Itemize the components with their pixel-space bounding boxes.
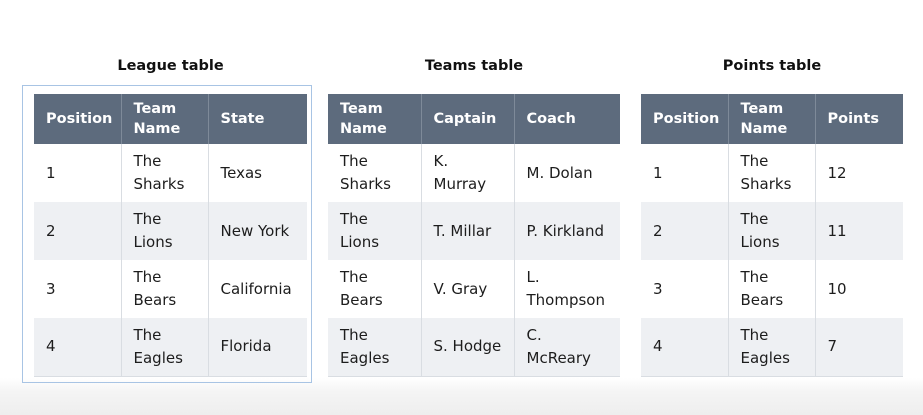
league-table-header-row: Position Team Name State xyxy=(34,94,307,144)
table-row: 4 The Eagles Florida xyxy=(34,318,307,377)
table-cell: L. Thompson xyxy=(514,260,620,318)
table-cell: V. Gray xyxy=(421,260,515,318)
table-cell: The Eagles xyxy=(121,318,209,377)
table-cell: P. Kirkland xyxy=(514,202,620,260)
table-cell: M. Dolan xyxy=(514,144,620,202)
table-cell: The Bears xyxy=(121,260,209,318)
table-cell: The Sharks xyxy=(728,144,816,202)
points-col-position: Position xyxy=(641,94,729,144)
table-cell: The Sharks xyxy=(328,144,422,202)
table-cell: Florida xyxy=(208,318,307,377)
table-cell: 4 xyxy=(34,318,122,377)
table-row: 3 The Bears California xyxy=(34,260,307,318)
table-cell: New York xyxy=(208,202,307,260)
league-table-wrap: Position Team Name State 1 The Sharks Te… xyxy=(34,94,307,377)
teams-table-wrap: Team Name Captain Coach The Sharks K. Mu… xyxy=(328,94,620,377)
table-row: 4 The Eagles 7 xyxy=(641,318,903,377)
table-cell: 3 xyxy=(641,260,729,318)
table-cell: 7 xyxy=(815,318,903,377)
table-cell: The Eagles xyxy=(328,318,422,377)
table-cell: 3 xyxy=(34,260,122,318)
teams-table: Team Name Captain Coach The Sharks K. Mu… xyxy=(328,94,620,377)
league-col-position: Position xyxy=(34,94,122,144)
table-row: 3 The Bears 10 xyxy=(641,260,903,318)
table-cell: K. Murray xyxy=(421,144,515,202)
table-cell: 2 xyxy=(34,202,122,260)
table-row: 1 The Sharks Texas xyxy=(34,144,307,202)
table-cell: The Lions xyxy=(728,202,816,260)
table-cell: C. McReary xyxy=(514,318,620,377)
table-row: The Eagles S. Hodge C. McReary xyxy=(328,318,620,377)
table-cell: 12 xyxy=(815,144,903,202)
points-table-title: Points table xyxy=(722,58,822,74)
table-cell: California xyxy=(208,260,307,318)
table-cell: 1 xyxy=(641,144,729,202)
league-table-title: League table xyxy=(117,58,224,74)
table-row: The Lions T. Millar P. Kirkland xyxy=(328,202,620,260)
table-row: 2 The Lions New York xyxy=(34,202,307,260)
table-cell: T. Millar xyxy=(421,202,515,260)
table-cell: 4 xyxy=(641,318,729,377)
teams-table-title: Teams table xyxy=(424,58,524,74)
teams-table-header-row: Team Name Captain Coach xyxy=(328,94,620,144)
points-table: Position Team Name Points 1 The Sharks 1… xyxy=(641,94,903,377)
league-col-state: State xyxy=(208,94,307,144)
table-row: The Bears V. Gray L. Thompson xyxy=(328,260,620,318)
table-cell: The Lions xyxy=(121,202,209,260)
teams-col-captain: Captain xyxy=(421,94,515,144)
points-col-points: Points xyxy=(815,94,903,144)
table-cell: The Lions xyxy=(328,202,422,260)
table-row: The Sharks K. Murray M. Dolan xyxy=(328,144,620,202)
table-cell: S. Hodge xyxy=(421,318,515,377)
table-row: 2 The Lions 11 xyxy=(641,202,903,260)
table-cell: The Bears xyxy=(728,260,816,318)
table-cell: 1 xyxy=(34,144,122,202)
table-cell: 2 xyxy=(641,202,729,260)
table-cell: Texas xyxy=(208,144,307,202)
points-col-team-name: Team Name xyxy=(728,94,816,144)
table-row: 1 The Sharks 12 xyxy=(641,144,903,202)
teams-col-coach: Coach xyxy=(514,94,620,144)
league-table: Position Team Name State 1 The Sharks Te… xyxy=(34,94,307,377)
table-cell: The Eagles xyxy=(728,318,816,377)
table-cell: 10 xyxy=(815,260,903,318)
teams-col-team-name: Team Name xyxy=(328,94,422,144)
table-cell: 11 xyxy=(815,202,903,260)
table-cell: The Bears xyxy=(328,260,422,318)
table-cell: The Sharks xyxy=(121,144,209,202)
league-col-team-name: Team Name xyxy=(121,94,209,144)
points-table-header-row: Position Team Name Points xyxy=(641,94,903,144)
points-table-wrap: Position Team Name Points 1 The Sharks 1… xyxy=(641,94,903,377)
